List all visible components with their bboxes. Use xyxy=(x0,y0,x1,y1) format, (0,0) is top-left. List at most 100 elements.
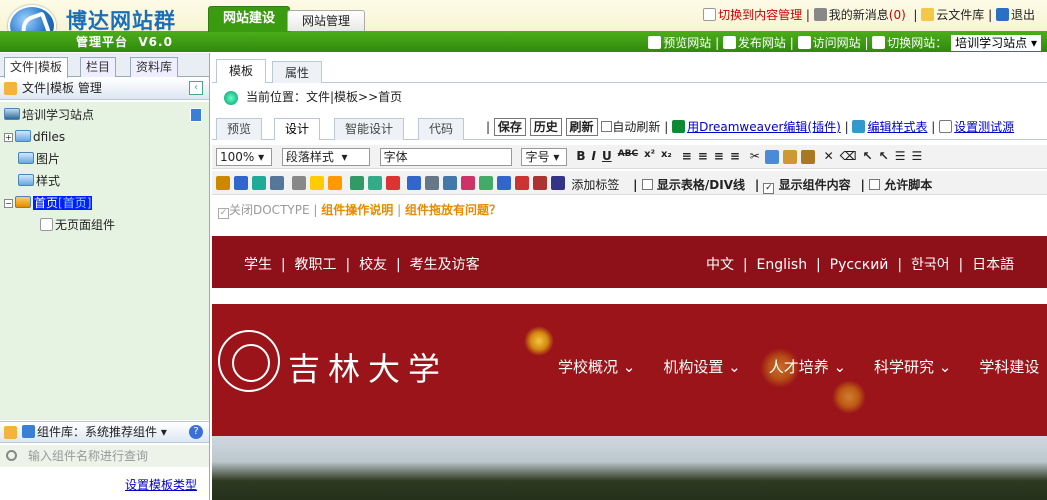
page-icon[interactable] xyxy=(190,108,202,122)
delete-icon[interactable]: ✕ xyxy=(821,149,837,163)
auto-refresh-checkbox[interactable] xyxy=(601,121,613,132)
tab-preview[interactable]: 预览 xyxy=(216,118,263,140)
paragraph-style-select[interactable]: 段落样式 ▾ xyxy=(281,148,370,166)
add-tag-button[interactable]: 添加标签 xyxy=(571,176,619,193)
lang-link[interactable]: 한국어 xyxy=(911,257,950,273)
paste-text-icon[interactable] xyxy=(800,150,815,164)
zoom-select[interactable]: 100% ▾ xyxy=(216,148,272,166)
drag-help-link[interactable]: 组件拖放有问题？ xyxy=(405,203,501,217)
expand-icon[interactable]: + xyxy=(4,133,13,142)
menu-item[interactable]: 人才培养 ⌄ xyxy=(769,358,846,376)
tab-site-build[interactable]: 网站建设 xyxy=(208,6,291,32)
tree-node-styles[interactable]: 样式 xyxy=(18,172,60,190)
layer-icon[interactable] xyxy=(309,176,324,190)
div-icon[interactable] xyxy=(327,176,342,190)
component-help-link[interactable]: 组件操作说明 xyxy=(321,203,393,217)
tree-node-site[interactable]: 培训学习站点 xyxy=(4,106,94,124)
tab-site-manage[interactable]: 网站管理 xyxy=(287,10,366,31)
frame-icon[interactable] xyxy=(407,176,422,190)
design-canvas[interactable]: 学生 | 教职工 | 校友 | 考生及访客 中文 | English | Рус… xyxy=(212,236,1047,500)
superscript-icon[interactable]: x² xyxy=(641,149,658,160)
dreamweaver-link[interactable]: 用Dreamweaver编辑 xyxy=(687,120,807,134)
font-size-select[interactable]: 字号 ▾ xyxy=(521,148,568,166)
logout-link[interactable]: 退出 xyxy=(1011,8,1035,22)
history-button[interactable]: 历史 xyxy=(529,118,562,136)
bold-icon[interactable]: B xyxy=(573,149,588,163)
eraser-icon[interactable]: ⌫ xyxy=(837,149,860,163)
tab-template[interactable]: 模板 xyxy=(216,59,267,83)
bg-color-icon[interactable] xyxy=(234,176,248,190)
ordered-list-icon[interactable]: ☰ xyxy=(892,149,909,163)
anchor-icon[interactable] xyxy=(533,176,548,190)
unordered-list-icon[interactable]: ☰ xyxy=(909,149,926,163)
component-library-select[interactable]: 组件库：系统推荐组件 xyxy=(37,425,157,439)
menu-item[interactable]: 科学研究 ⌄ xyxy=(874,358,951,376)
tree-node-home[interactable]: − 首页[首页] xyxy=(4,194,93,212)
nav-link[interactable]: 学生 xyxy=(244,257,272,273)
allow-script-checkbox[interactable] xyxy=(869,179,880,190)
collapse-node-icon[interactable]: − xyxy=(4,199,13,208)
dreamweaver-plugin-link[interactable]: (插件) xyxy=(807,120,840,134)
switch-content-link[interactable]: 切换到内容管理 xyxy=(718,8,802,22)
publish-site-link[interactable]: 发布网站 xyxy=(738,36,786,50)
nav-link[interactable]: 教职工 xyxy=(295,257,337,273)
tab-properties[interactable]: 属性 xyxy=(272,61,323,83)
site-select[interactable]: 培训学习站点 ▾ xyxy=(951,35,1041,51)
font-select[interactable]: 字体 xyxy=(379,148,512,166)
tag-icon[interactable] xyxy=(551,176,566,190)
tree-node-images[interactable]: 图片 xyxy=(18,150,60,168)
image-icon[interactable] xyxy=(349,176,364,190)
test-source-link[interactable]: 设置测试源 xyxy=(954,120,1014,134)
text-color-icon[interactable] xyxy=(216,176,230,190)
nav-link[interactable]: 校友 xyxy=(359,257,387,273)
select-icon[interactable]: ↖ xyxy=(876,149,892,163)
edit-stylesheet-link[interactable]: 编辑样式表 xyxy=(867,120,927,134)
flash-icon[interactable] xyxy=(385,176,400,190)
table-icon[interactable] xyxy=(291,176,306,190)
lang-link[interactable]: 中文 xyxy=(706,257,734,273)
brush-icon[interactable] xyxy=(270,176,284,190)
cloud-files-link[interactable]: 云文件库 xyxy=(936,8,984,22)
tab-columns[interactable]: 栏目 xyxy=(80,57,117,77)
nav-link[interactable]: 考生及访客 xyxy=(410,257,480,273)
subscript-icon[interactable]: x₂ xyxy=(658,149,675,160)
tree-node-dfiles[interactable]: + dfiles xyxy=(4,128,65,146)
tab-design[interactable]: 设计 xyxy=(274,118,321,140)
tab-code[interactable]: 代码 xyxy=(418,118,465,140)
italic-icon[interactable]: I xyxy=(588,149,598,163)
highlight-icon[interactable] xyxy=(252,176,266,190)
tab-library[interactable]: 资料库 xyxy=(130,57,179,77)
strikethrough-icon[interactable]: ABC xyxy=(615,149,641,159)
set-template-type-link[interactable]: 设置模板类型 xyxy=(125,476,197,493)
visit-site-link[interactable]: 访问网站 xyxy=(813,36,861,50)
user-icon[interactable] xyxy=(479,176,494,190)
show-component-checkbox[interactable]: ✓ xyxy=(763,183,775,194)
tab-files-templates[interactable]: 文件|模板 xyxy=(4,57,69,78)
pointer-icon[interactable]: ↖ xyxy=(860,149,876,163)
hr-icon[interactable] xyxy=(515,176,530,190)
lang-link[interactable]: English xyxy=(757,257,808,273)
align-center-icon[interactable]: ≡ xyxy=(695,149,711,163)
cut-icon[interactable]: ✂ xyxy=(747,149,763,163)
justify-icon[interactable]: ≡ xyxy=(727,149,743,163)
help-icon[interactable]: ? xyxy=(189,425,203,439)
special-char-icon[interactable] xyxy=(497,176,512,190)
menu-item[interactable]: 学校概况 ⌄ xyxy=(558,358,635,376)
marquee-icon[interactable] xyxy=(461,176,476,190)
menu-item[interactable]: 学科建设 xyxy=(979,358,1039,376)
align-left-icon[interactable]: ≡ xyxy=(679,149,695,163)
chevron-left-icon[interactable]: ‹ xyxy=(189,81,203,95)
collapse-icon[interactable] xyxy=(4,82,17,95)
show-table-checkbox[interactable] xyxy=(641,179,653,190)
preview-site-link[interactable]: 预览网站 xyxy=(663,36,711,50)
underline-icon[interactable]: U xyxy=(599,149,615,163)
lang-link[interactable]: 日本語 xyxy=(972,257,1014,273)
menu-item[interactable]: 机构设置 ⌄ xyxy=(663,358,740,376)
form-icon[interactable] xyxy=(425,176,440,190)
messages-link[interactable]: 我的新消息 xyxy=(829,8,889,22)
tab-smart-design[interactable]: 智能设计 xyxy=(334,118,405,140)
component-search-input[interactable]: 输入组件名称进行查询 xyxy=(28,449,148,463)
collapse-icon[interactable] xyxy=(4,426,17,439)
tree-node-no-component[interactable]: 无页面组件 xyxy=(40,216,115,234)
refresh-button[interactable]: 刷新 xyxy=(565,118,598,136)
